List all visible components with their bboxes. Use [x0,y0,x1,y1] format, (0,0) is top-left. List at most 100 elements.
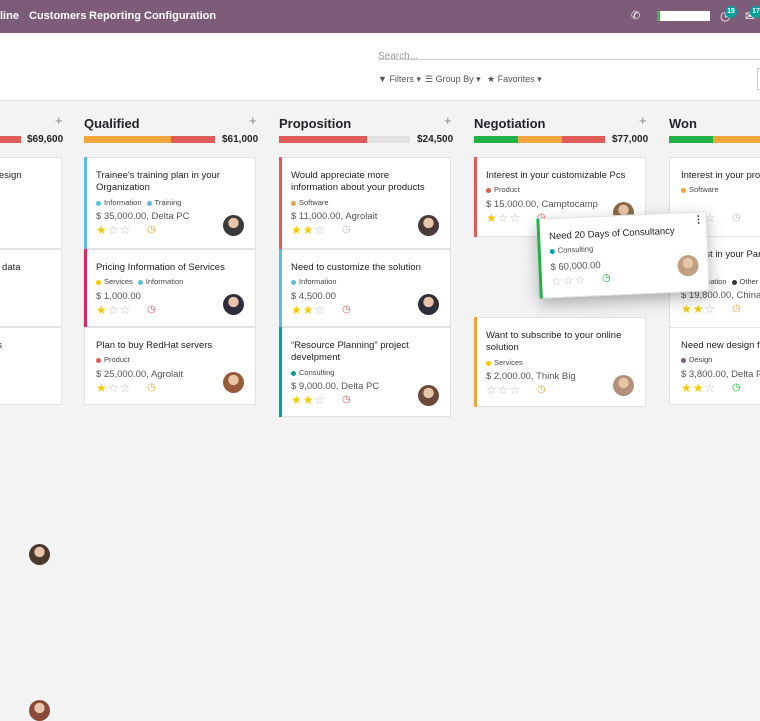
priority-stars[interactable]: ☆☆☆ [486,384,521,396]
star-icon[interactable]: ☆ [486,383,498,397]
star-icon[interactable]: ☆ [315,303,327,317]
star-icon[interactable]: ☆ [120,223,132,237]
column-1-add-icon[interactable]: + [249,113,257,128]
activity-clock-icon[interactable]: ◷ [537,385,546,395]
star-icon[interactable]: ☆ [705,302,717,316]
kanban-card[interactable]: al datap [0,249,62,565]
kanban-card[interactable]: Trainee's training plan in your Organizat… [84,157,256,249]
priority-stars[interactable]: ★★☆ [681,303,716,315]
activity-clock-icon[interactable]: ◷ [342,225,351,235]
kanban-card[interactable]: ds [0,327,62,721]
phone-icon[interactable]: ✆ [631,9,640,22]
kanban-card[interactable]: Need to customize the solution Informatio… [279,249,451,327]
card-revenue: $ 1,000.00 [96,291,141,302]
priority-stars[interactable]: ★★☆ [291,304,326,316]
kanban-card[interactable]: Need 20 Days of Consultancy Consulting $ 6… [536,211,710,299]
star-icon[interactable]: ☆ [510,211,522,225]
star-icon[interactable]: ☆ [120,381,132,395]
star-icon[interactable]: ☆ [120,303,132,317]
kanban-card[interactable]: “Resource Planning” project develpment Con… [279,327,451,417]
card-tag: Other [731,277,759,286]
card-title: Want to subscribe to your online solution [486,330,621,354]
star-icon[interactable]: ★ [303,303,315,317]
priority-stars[interactable]: ★★☆ [291,224,326,236]
nav-customers[interactable]: Customers [29,10,86,22]
priority-stars[interactable]: ★☆☆ [96,304,131,316]
card-tags: Information Training [96,198,186,207]
star-icon[interactable]: ☆ [498,211,510,225]
priority-stars[interactable]: ★★☆ [681,382,716,394]
star-icon[interactable]: ★ [693,302,705,316]
column-2-title[interactable]: Proposition [279,116,351,131]
star-icon[interactable]: ★ [291,393,303,407]
user-menu[interactable] [657,11,710,21]
star-icon[interactable]: ★ [291,303,303,317]
activity-clock-icon[interactable]: ◷ [147,225,156,235]
kanban-card[interactable]: Would appreciate more information about y… [279,157,451,249]
column-3-title[interactable]: Negotiation [474,116,546,131]
kanban-card[interactable]: Pricing Information of Services Services I… [84,249,256,327]
activity-clock-icon[interactable]: ◷ [732,304,741,314]
priority-stars[interactable]: ★☆☆ [96,224,131,236]
priority-stars[interactable]: ★☆☆ [486,212,521,224]
card-title: ds [0,340,2,352]
column-1-title[interactable]: Qualified [84,116,140,131]
star-icon[interactable]: ☆ [315,393,327,407]
star-icon[interactable]: ☆ [574,273,586,287]
card-title-line: Design [0,170,22,181]
star-icon[interactable]: ☆ [315,223,327,237]
favorites-button[interactable]: ★ Favorites ▾ [487,74,542,85]
activity-clock-icon[interactable]: ◷ [147,383,156,393]
tag-label: Consulting [557,244,594,255]
tag-label: Other [739,277,759,286]
star-icon[interactable]: ★ [681,381,693,395]
star-icon[interactable]: ★ [96,381,108,395]
star-icon[interactable]: ☆ [108,381,120,395]
column-4-title[interactable]: Won [669,116,697,131]
priority-stars[interactable]: ☆☆☆ [551,273,587,289]
star-icon[interactable]: ★ [681,302,693,316]
activity-clock-icon[interactable]: ◷ [732,213,741,223]
card-title: Need 20 Days of Consultancy [549,226,675,243]
star-icon[interactable]: ☆ [108,223,120,237]
activity-clock-icon[interactable]: ◷ [147,305,156,315]
star-icon[interactable]: ☆ [551,274,563,288]
kanban-card[interactable]: Plan to buy RedHat servers Product $ 25,00… [84,327,256,405]
activity-clock-icon[interactable]: ◷ [732,383,741,393]
star-icon[interactable]: ☆ [498,383,510,397]
column-3-progress [474,136,605,143]
star-icon[interactable]: ☆ [108,303,120,317]
star-icon[interactable]: ☆ [563,273,575,287]
tag-label: Information [104,198,142,207]
star-icon[interactable]: ★ [693,381,705,395]
column-0-add-icon[interactable]: + [55,113,63,128]
nav-pipeline[interactable]: line [0,10,19,22]
star-icon[interactable]: ★ [303,393,315,407]
tag-label: Training [154,198,182,207]
column-2-add-icon[interactable]: + [444,113,452,128]
activity-clock-icon[interactable]: ◷ [342,395,351,405]
nav-configuration[interactable]: Configuration [144,10,216,22]
star-icon[interactable]: ★ [96,223,108,237]
star-icon[interactable]: ★ [303,223,315,237]
star-icon[interactable]: ★ [96,303,108,317]
card-menu-icon[interactable]: ⋮ [693,214,703,225]
star-icon[interactable]: ☆ [510,383,522,397]
kanban-card[interactable]: Need new design fo Design $ 3,800.00, Delt… [669,327,760,405]
activity-clock-icon[interactable]: ◷ [342,305,351,315]
card-tags: Product [96,355,135,364]
star-icon[interactable]: ☆ [705,381,717,395]
kanban-card[interactable]: Want to subscribe to your online solution… [474,317,646,407]
priority-stars[interactable]: ★★☆ [291,394,326,406]
star-icon[interactable]: ★ [486,211,498,225]
column-3-add-icon[interactable]: + [639,113,647,128]
group-by-button[interactable]: ☰ Group By ▾ [425,74,481,85]
activity-clock-icon[interactable]: ◷ [602,273,611,284]
card-tag: Services [486,358,523,367]
search-input[interactable]: Search... [378,46,760,62]
nav-reporting[interactable]: Reporting [89,10,141,22]
filters-button[interactable]: ▼ Filters ▾ [378,74,421,85]
kanban-card[interactable]: Design [0,157,62,393]
priority-stars[interactable]: ★☆☆ [96,382,131,394]
star-icon[interactable]: ★ [291,223,303,237]
